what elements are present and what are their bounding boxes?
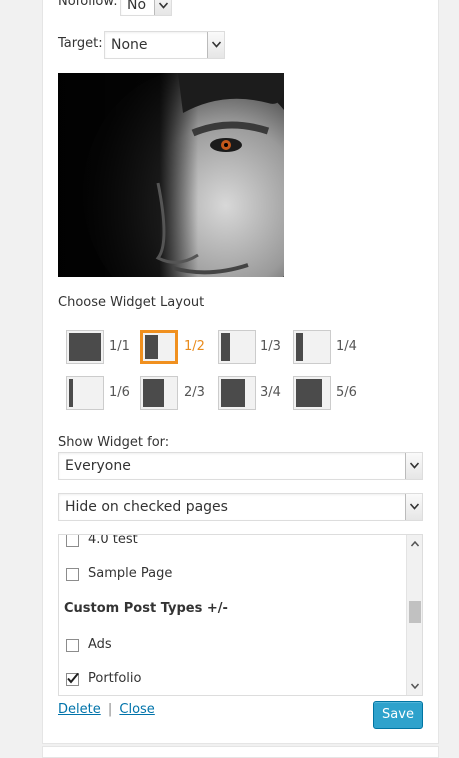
chevron-down-icon — [405, 494, 422, 520]
layout-fill — [221, 379, 245, 407]
layout-preview — [140, 376, 178, 410]
actions-separator: | — [107, 702, 113, 717]
layout-option-label[interactable]: 1/3 — [260, 339, 281, 354]
layout-option-label[interactable]: 1/2 — [184, 339, 205, 354]
layout-preview — [66, 330, 104, 364]
layout-option-label[interactable]: 1/1 — [109, 339, 130, 354]
layout-option[interactable] — [140, 376, 178, 410]
nofollow-select[interactable]: No — [120, 0, 172, 16]
nofollow-label: Nofollow: — [58, 0, 118, 9]
save-button[interactable]: Save — [373, 701, 423, 729]
layout-fill — [143, 379, 164, 407]
target-value: None — [111, 37, 148, 53]
layout-option-label[interactable]: 1/4 — [336, 339, 357, 354]
layout-option-label[interactable]: 3/4 — [260, 385, 281, 400]
layout-fill — [145, 335, 158, 359]
chevron-down-icon — [405, 453, 422, 479]
close-link[interactable]: Close — [119, 702, 154, 717]
target-select[interactable]: None — [104, 31, 225, 59]
layout-fill — [221, 333, 230, 361]
layout-option[interactable] — [140, 330, 178, 364]
layout-preview — [293, 376, 331, 410]
layout-option-label[interactable]: 2/3 — [184, 385, 205, 400]
checkbox-portfolio[interactable] — [66, 672, 79, 686]
checkbox-ads[interactable] — [66, 639, 79, 652]
layout-fill — [296, 379, 322, 407]
layout-option[interactable] — [66, 376, 104, 410]
layout-preview — [218, 330, 256, 364]
audience-select[interactable]: Everyone — [58, 452, 423, 480]
layout-option[interactable] — [218, 376, 256, 410]
audience-value: Everyone — [65, 458, 131, 474]
chevron-down-icon — [154, 0, 171, 15]
visibility-mode-select[interactable]: Hide on checked pages — [58, 493, 423, 521]
checkbox-4-0-test[interactable] — [66, 535, 79, 547]
layout-option[interactable] — [293, 330, 331, 364]
chevron-up-icon[interactable] — [411, 541, 419, 547]
layout-fill — [296, 333, 303, 361]
chevron-down-icon — [207, 32, 224, 58]
layout-fill — [69, 333, 101, 361]
layout-fill — [69, 379, 73, 407]
next-widget-edge — [42, 746, 439, 758]
show-widget-label: Show Widget for: — [58, 435, 170, 450]
checkbox-sample-page[interactable] — [66, 568, 79, 581]
layout-preview — [293, 330, 331, 364]
visibility-mode-value: Hide on checked pages — [65, 499, 228, 515]
list-item-label: Sample Page — [88, 566, 173, 581]
target-label: Target: — [58, 36, 103, 51]
layout-option[interactable] — [293, 376, 331, 410]
layout-option[interactable] — [66, 330, 104, 364]
page-checklist[interactable]: 4.0 test Sample Page Custom Post Types +… — [58, 534, 423, 696]
layout-heading: Choose Widget Layout — [58, 295, 205, 310]
section-heading-custom-post-types[interactable]: Custom Post Types +/- — [64, 601, 228, 616]
layout-preview — [140, 330, 178, 364]
layout-preview — [218, 376, 256, 410]
section-heading-label: Custom Post Types +/- — [64, 601, 228, 616]
scrollbar-thumb[interactable] — [409, 601, 421, 623]
widget-image — [58, 73, 284, 277]
layout-preview — [66, 376, 104, 410]
checkmark-icon — [67, 672, 79, 684]
layout-option-label[interactable]: 5/6 — [336, 385, 357, 400]
chevron-down-icon[interactable] — [411, 683, 419, 689]
nofollow-value: No — [127, 0, 147, 13]
list-item-label: Portfolio — [88, 671, 142, 686]
layout-option-label[interactable]: 1/6 — [109, 385, 130, 400]
widget-actions: Delete | Close — [58, 702, 155, 717]
list-item-label: 4.0 test — [88, 534, 138, 547]
layout-option[interactable] — [218, 330, 256, 364]
list-item-label: Ads — [88, 637, 112, 652]
list-scrollbar[interactable] — [406, 535, 422, 695]
delete-link[interactable]: Delete — [58, 702, 101, 717]
